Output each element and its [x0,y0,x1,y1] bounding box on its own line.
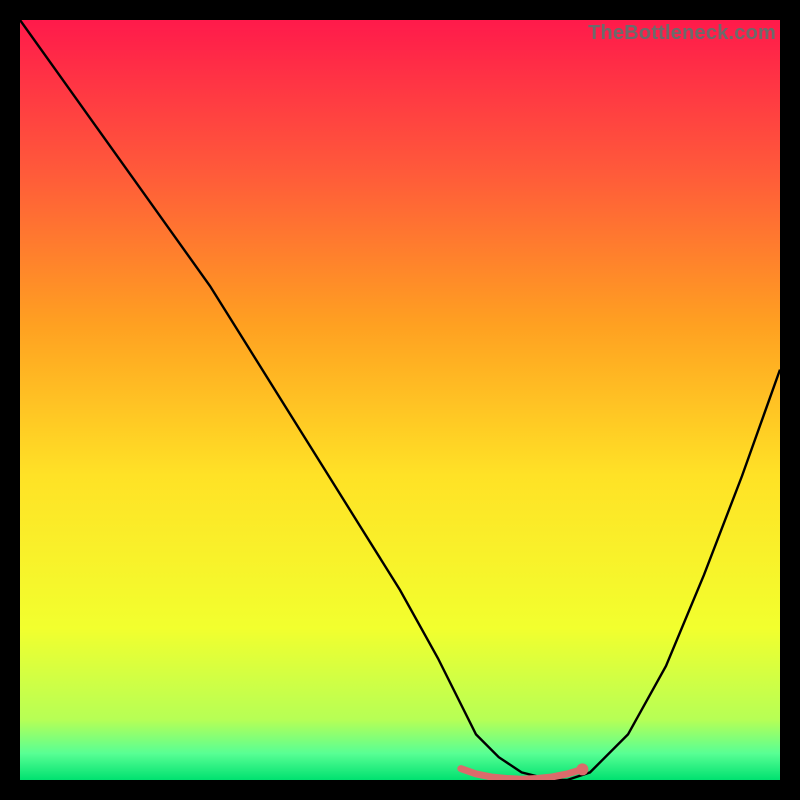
chart-frame: TheBottleneck.com [20,20,780,780]
watermark-text: TheBottleneck.com [588,22,776,45]
optimal-marker [576,763,588,775]
bottleneck-chart [20,20,780,780]
